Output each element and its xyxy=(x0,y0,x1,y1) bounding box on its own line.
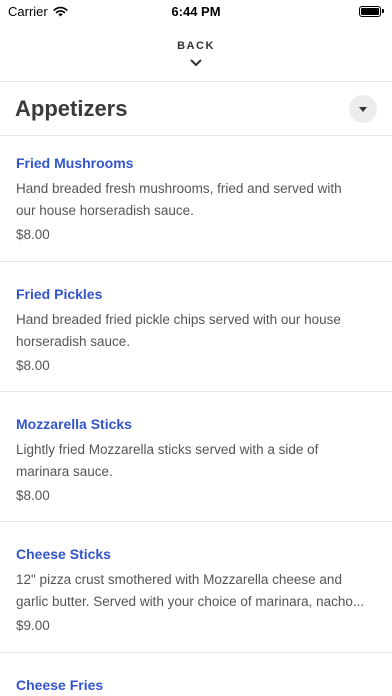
status-bar: Carrier 6:44 PM xyxy=(0,0,392,22)
caret-down-icon xyxy=(359,100,367,118)
section-dropdown-button[interactable] xyxy=(349,95,377,123)
divider xyxy=(0,391,392,392)
status-time: 6:44 PM xyxy=(171,3,221,19)
menu-item[interactable]: Fried Mushrooms Hand breaded fresh mushr… xyxy=(0,154,392,245)
menu-item[interactable]: Cheese Sticks 12" pizza crust smothered … xyxy=(0,545,392,636)
battery-icon xyxy=(359,5,384,17)
divider xyxy=(0,521,392,522)
menu-item-price: $8.00 xyxy=(16,227,50,242)
carrier-label: Carrier xyxy=(8,3,48,19)
menu-item[interactable]: Mozzarella Sticks Lightly fried Mozzarel… xyxy=(0,415,392,506)
divider xyxy=(0,652,392,653)
menu-item-price: $8.00 xyxy=(16,358,50,373)
status-left: Carrier xyxy=(8,4,68,19)
menu-item-price: $9.00 xyxy=(16,618,50,633)
menu-item[interactable]: Cheese Fries xyxy=(0,676,392,694)
screen: Carrier 6:44 PM BACK Appetizers Fried Mu… xyxy=(0,0,392,696)
section-title: Appetizers xyxy=(15,96,128,121)
section-header: Appetizers xyxy=(0,82,392,136)
back-label: BACK xyxy=(177,40,215,52)
menu-item-price: $8.00 xyxy=(16,488,50,503)
menu-item-name: Cheese Sticks xyxy=(16,546,111,562)
chevron-down-icon xyxy=(190,54,202,72)
divider xyxy=(0,261,392,262)
back-button[interactable]: BACK xyxy=(0,30,392,80)
menu-item-name: Fried Pickles xyxy=(16,286,103,302)
menu-item-name: Cheese Fries xyxy=(16,677,104,693)
menu-item-name: Fried Mushrooms xyxy=(16,155,134,171)
divider xyxy=(0,135,392,136)
menu-item-name: Mozzarella Sticks xyxy=(16,416,132,432)
menu-item[interactable]: Fried Pickles Hand breaded fried pickle … xyxy=(0,285,392,376)
menu-item-description: Hand breaded fried pickle chips served w… xyxy=(16,312,341,349)
menu-item-description: 12" pizza crust smothered with Mozzarell… xyxy=(16,572,365,609)
wifi-icon xyxy=(53,6,68,17)
menu-item-description: Hand breaded fresh mushrooms, fried and … xyxy=(16,181,342,218)
menu-item-description: Lightly fried Mozzarella sticks served w… xyxy=(16,442,319,479)
